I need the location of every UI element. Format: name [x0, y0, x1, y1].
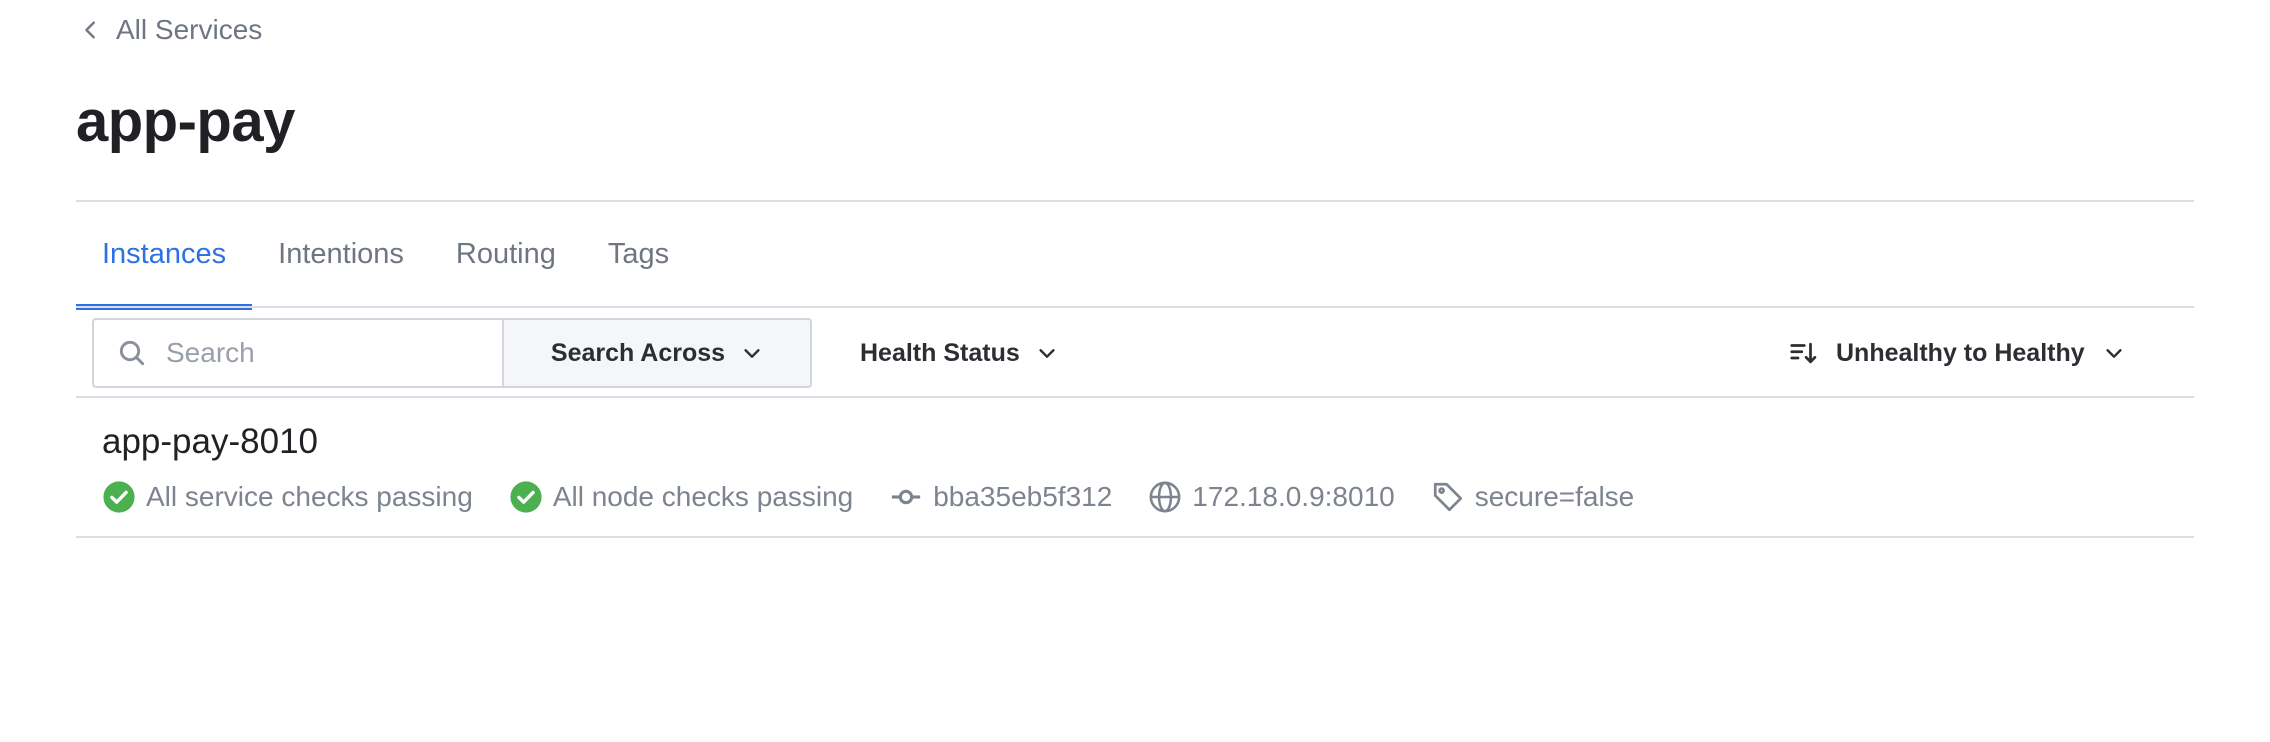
sort-icon — [1790, 342, 1817, 364]
tab-tags[interactable]: Tags — [582, 200, 695, 308]
page-title: app-pay — [76, 89, 295, 154]
chevron-down-icon — [2106, 349, 2122, 358]
search-across-label: Search Across — [550, 338, 726, 367]
chevron-left-icon — [85, 21, 95, 39]
instance-tag: secure=false — [1431, 480, 1635, 514]
tab-intentions[interactable]: Intentions — [252, 200, 430, 308]
row-divider — [76, 536, 2194, 538]
instance-name[interactable]: app-pay-8010 — [102, 422, 318, 462]
breadcrumb-label: All Services — [116, 14, 263, 45]
back-to-services-link[interactable]: All Services — [80, 10, 262, 50]
git-commit-icon — [892, 489, 921, 505]
service-checks-text: All service checks passing — [146, 481, 473, 512]
node-checks-text: All node checks passing — [552, 481, 854, 512]
service-checks-status: All service checks passing — [102, 480, 473, 514]
tag-text: secure=false — [1474, 481, 1635, 512]
health-status-dropdown[interactable]: Health Status — [860, 318, 1058, 388]
tab-routing[interactable]: Routing — [430, 200, 582, 308]
service-detail-page: All Services app-pay Instances Intention… — [0, 0, 2270, 742]
instance-address: 172.18.0.9:8010 — [1148, 480, 1395, 514]
check-circle-icon — [103, 481, 135, 513]
search-box — [92, 318, 502, 388]
node-name-text: bba35eb5f312 — [933, 481, 1113, 512]
chevron-down-icon — [744, 349, 760, 358]
node-checks-status: All node checks passing — [509, 480, 853, 514]
health-status-label: Health Status — [860, 338, 1020, 367]
filter-toolbar: Search Across Health Status Unhealthy to… — [76, 308, 2194, 398]
instance-meta: All service checks passing All node chec… — [102, 476, 1670, 518]
search-across-dropdown[interactable]: Search Across — [502, 318, 812, 388]
node-name: bba35eb5f312 — [889, 480, 1112, 514]
sort-label: Unhealthy to Healthy — [1836, 338, 2085, 367]
search-icon — [119, 340, 145, 366]
chevron-down-icon — [1039, 349, 1055, 358]
check-circle-icon — [510, 481, 542, 513]
instance-row[interactable]: app-pay-8010 All service checks passing … — [76, 400, 2194, 536]
toolbar-divider — [76, 396, 2194, 398]
tag-icon — [1433, 482, 1462, 512]
globe-icon — [1149, 481, 1181, 513]
search-input[interactable] — [166, 337, 466, 369]
tab-instances[interactable]: Instances — [76, 200, 253, 310]
tab-bar: Instances Intentions Routing Tags — [76, 200, 695, 310]
sort-dropdown[interactable]: Unhealthy to Healthy — [1788, 318, 2125, 388]
address-text: 172.18.0.9:8010 — [1192, 481, 1395, 512]
